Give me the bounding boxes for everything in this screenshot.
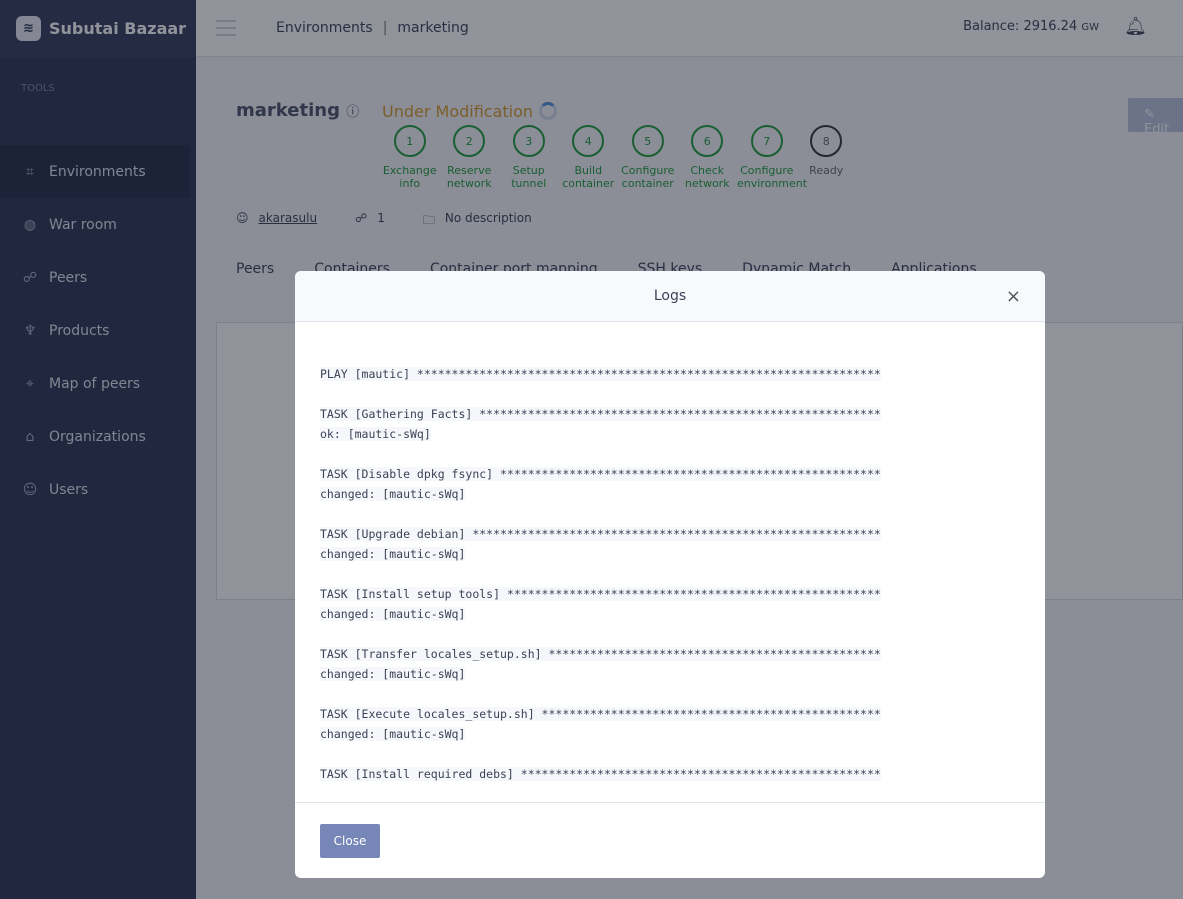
log-output[interactable]: PLAY [mautic] **************************… [295,322,1045,802]
modal-title: Logs [653,288,687,304]
log-line: TASK [Transfer locales_setup.sh] *******… [320,647,881,661]
close-icon[interactable]: × [1006,271,1021,322]
log-line: changed: [mautic-sWq] [320,487,466,501]
log-line: changed: [mautic-sWq] [320,727,466,741]
logs-modal: Logs × PLAY [mautic] ********************… [295,271,1045,878]
log-line: changed: [mautic-sWq] [320,667,466,681]
log-line: ok: [mautic-sWq] [320,427,431,441]
log-line: changed: [mautic-sWq] [320,607,466,621]
log-line: TASK [Disable dpkg fsync] **************… [320,467,881,481]
log-line: TASK [Gathering Facts] *****************… [320,407,881,421]
log-line: PLAY [mautic] **************************… [320,367,881,381]
log-line: changed: [mautic-sWq] [320,547,466,561]
log-line: TASK [Upgrade debian] ******************… [320,527,881,541]
log-line: TASK [Install required debs] ***********… [320,767,881,781]
close-button[interactable]: Close [320,824,380,858]
log-line: TASK [Install setup tools] *************… [320,587,881,601]
log-line: TASK [Execute locales_setup.sh] ********… [320,707,881,721]
